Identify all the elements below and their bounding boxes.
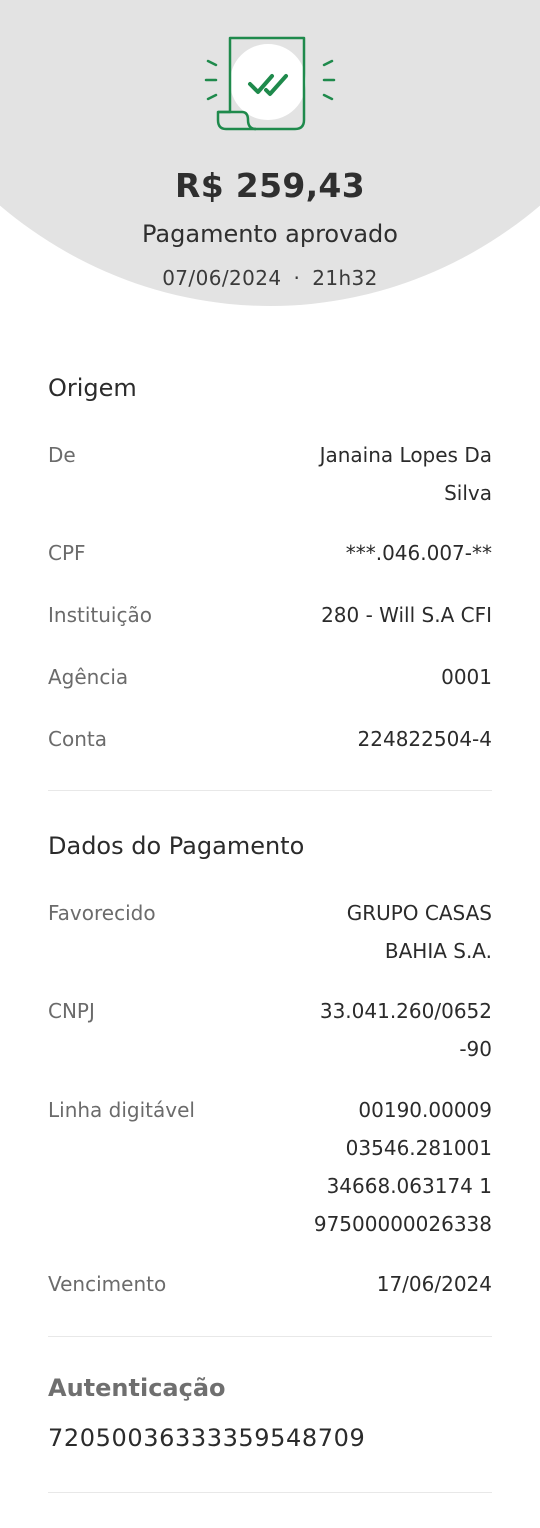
origem-label-conta: Conta (48, 727, 107, 751)
pagamento-value-favorecido: GRUPO CASAS BAHIA S.A. (347, 894, 492, 970)
pagamento-value-vencimento: 17/06/2024 (376, 1272, 492, 1296)
section-divider (48, 790, 492, 791)
pagamento-label-vencimento: Vencimento (48, 1272, 167, 1296)
origem-label-cpf: CPF (48, 541, 86, 565)
origem-section-title: Origem (48, 374, 137, 402)
origem-value-de: Janaina Lopes Da Silva (320, 436, 492, 512)
pagamento-label-cnpj: CNPJ (48, 999, 95, 1023)
autenticacao-value: 72050036333359548709 (48, 1424, 366, 1452)
autenticacao-title: Autenticação (48, 1374, 226, 1402)
pagamento-label-linha-digitavel: Linha digitável (48, 1098, 195, 1122)
value-line: GRUPO CASAS (346, 901, 492, 925)
value-line: Janaina Lopes Da (319, 443, 492, 467)
payment-header: R$ 259,43 Pagamento aprovado 07/06/2024 ·… (0, 0, 540, 310)
section-divider (48, 1492, 492, 1493)
section-divider (48, 1336, 492, 1337)
origem-value-instituicao: 280 - Will S.A CFI (321, 603, 492, 627)
value-line: -90 (459, 1037, 492, 1061)
payment-amount: R$ 259,43 (175, 166, 365, 205)
pagamento-label-favorecido: Favorecido (48, 901, 156, 925)
payment-datetime: 07/06/2024 · 21h32 (0, 266, 540, 290)
origem-value-conta: 224822504-4 (357, 727, 492, 751)
value-line: BAHIA S.A. (384, 939, 492, 963)
value-line: 33.041.260/0652 (319, 999, 492, 1023)
payment-time: 21h32 (312, 266, 378, 290)
pagamento-value-cnpj: 33.041.260/0652 -90 (320, 992, 492, 1068)
receipt-check-icon (204, 36, 336, 131)
value-line: 00190.00009 (358, 1098, 492, 1122)
payment-status: Pagamento aprovado (142, 220, 398, 248)
value-line: 97500000026338 (313, 1212, 492, 1236)
pagamento-section-title: Dados do Pagamento (48, 832, 305, 860)
origem-value-agencia: 0001 (441, 665, 492, 689)
datetime-separator: · (293, 266, 301, 290)
origem-label-agencia: Agência (48, 665, 129, 689)
value-line: 34668.063174 1 (326, 1174, 492, 1198)
origem-label-de: De (48, 443, 76, 467)
origem-value-cpf: ***.046.007-** (345, 541, 492, 565)
value-line: Silva (444, 481, 492, 505)
value-line: 03546.281001 (345, 1136, 492, 1160)
origem-label-instituicao: Instituição (48, 603, 152, 627)
payment-date: 07/06/2024 (162, 266, 282, 290)
pagamento-value-linha-digitavel: 00190.00009 03546.281001 34668.063174 1 … (314, 1091, 492, 1243)
